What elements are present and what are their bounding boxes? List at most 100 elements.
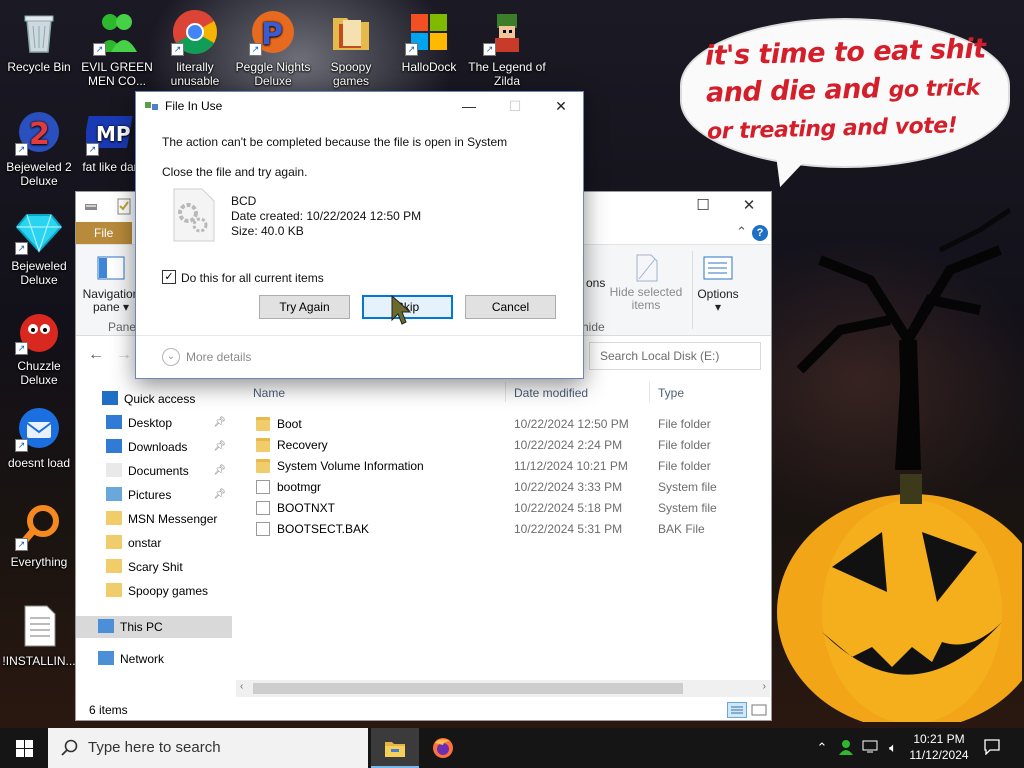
nav-item-network[interactable]: Network xyxy=(76,648,232,670)
navigation-pane-icon xyxy=(97,256,125,280)
nav-item-onstar[interactable]: onstar xyxy=(76,532,232,554)
desktop-icon-bejeweled-2[interactable]: 2 ↗ Bejeweled 2 Deluxe xyxy=(0,108,78,188)
desktop-icon-hallodock[interactable]: ↗ HalloDock xyxy=(390,8,468,74)
forward-arrow-icon[interactable]: → xyxy=(116,346,132,364)
file-type: File folder xyxy=(658,438,711,452)
tray-network-icon[interactable] xyxy=(860,728,882,768)
this-pc-icon xyxy=(98,619,114,633)
clock-time: 10:21 PM xyxy=(913,732,965,746)
nav-item-scary-shit[interactable]: Scary Shit xyxy=(76,556,232,578)
file-name: Boot xyxy=(277,417,302,431)
options-button[interactable]: Options ▾ xyxy=(692,255,744,314)
hide-selected-items-button[interactable]: Hide selected items xyxy=(608,253,684,312)
taskbar-firefox[interactable] xyxy=(419,728,467,768)
column-header-name[interactable]: Name xyxy=(253,386,285,400)
dialog-close-button[interactable]: ✕ xyxy=(538,92,584,120)
scrollbar-thumb[interactable] xyxy=(253,683,683,694)
file-date: 10/22/2024 12:50 PM xyxy=(514,417,629,431)
nav-item-msn-messenger[interactable]: MSN Messenger xyxy=(76,508,232,530)
file-row[interactable]: System Volume Information 11/12/2024 10:2… xyxy=(252,456,757,477)
file-row[interactable]: Recovery 10/22/2024 2:24 PM File folder xyxy=(252,435,757,456)
horizontal-scrollbar[interactable]: ‹ › xyxy=(236,680,770,697)
desktop-icon-bejeweled[interactable]: ↗ Bejeweled Deluxe xyxy=(0,207,78,287)
file-in-use-dialog: File In Use — ☐ ✕ The action can't be co… xyxy=(135,91,584,379)
column-divider xyxy=(649,382,650,402)
firefox-icon xyxy=(433,738,453,758)
desktop-icon-everything[interactable]: ↗ Everything xyxy=(0,503,78,569)
large-icons-view-icon[interactable] xyxy=(750,702,768,718)
dialog-maximize-button: ☐ xyxy=(508,98,522,114)
desktop-icon-recycle-bin[interactable]: Recycle Bin xyxy=(0,8,78,74)
help-icon[interactable]: ? xyxy=(752,225,768,241)
desktop-icon-legend-of-zilda[interactable]: ↗ The Legend of Zilda xyxy=(468,8,546,88)
file-list: ⌃ Name Date modified Type Boot10/22/2024… xyxy=(244,368,764,676)
nav-item-desktop[interactable]: Desktop 📌︎ xyxy=(76,412,232,434)
file-name: BOOTNXT xyxy=(277,501,336,515)
nav-item-this-pc[interactable]: This PC xyxy=(76,616,232,638)
search-input[interactable]: Search Local Disk (E:) xyxy=(589,342,761,370)
taskbar-file-explorer[interactable] xyxy=(371,728,419,768)
mouse-cursor-icon xyxy=(391,294,412,325)
options-dropdown-icon: ▾ xyxy=(714,300,722,314)
dialog-minimize-button[interactable]: — xyxy=(446,92,492,120)
icon-label: Peggle Nights Deluxe xyxy=(235,60,311,88)
desktop-icon-chrome[interactable]: ↗ literally unusable xyxy=(156,8,234,88)
start-button[interactable] xyxy=(0,728,48,768)
desktop-icon-peggle[interactable]: P ↗ Peggle Nights Deluxe xyxy=(234,8,312,88)
close-button[interactable]: ✕ xyxy=(726,192,772,222)
apply-to-all-checkbox[interactable]: ✓ xyxy=(162,270,176,284)
properties-icon[interactable] xyxy=(116,198,132,216)
desktop-icon-evil-green-men[interactable]: ↗ EVIL GREEN MEN CO... xyxy=(78,8,156,88)
file-name: bootmgr xyxy=(277,480,322,494)
scroll-left-icon[interactable]: ‹ xyxy=(240,681,243,692)
scroll-right-icon[interactable]: › xyxy=(763,681,766,692)
file-date-created: Date created: 10/22/2024 12:50 PM xyxy=(231,209,422,223)
pin-icon: 📌︎ xyxy=(213,441,226,452)
taskbar-search-input[interactable]: Type here to search xyxy=(48,728,368,768)
tray-overflow-chevron-icon[interactable]: ⌃ xyxy=(812,728,832,768)
column-header-type[interactable]: Type xyxy=(658,386,684,400)
column-header-date[interactable]: Date modified xyxy=(514,386,588,400)
ribbon-collapse-chevron-icon[interactable]: ⌃ xyxy=(736,224,747,240)
more-details-link[interactable]: More details xyxy=(186,350,251,364)
desktop-icon-thunderbird[interactable]: ↗ doesnt load xyxy=(0,404,78,470)
file-row[interactable]: BOOTNXT 10/22/2024 5:18 PM System file xyxy=(252,498,757,519)
folder-icon xyxy=(256,417,270,431)
nav-item-spoopy-games[interactable]: Spoopy games xyxy=(76,580,232,602)
nav-item-label: Quick access xyxy=(124,392,196,406)
maximize-button[interactable]: ☐ xyxy=(680,192,726,222)
nav-item-quick-access[interactable]: Quick access xyxy=(76,388,232,410)
file-row[interactable]: BOOTSECT.BAK 10/22/2024 5:31 PM BAK File xyxy=(252,519,757,540)
try-again-button[interactable]: Try Again xyxy=(259,295,350,319)
nav-item-label: Spoopy games xyxy=(128,584,209,598)
desktop-icon-spoopy-games[interactable]: Spoopy games xyxy=(312,8,390,88)
tray-green-men-icon[interactable] xyxy=(836,728,856,768)
tray-volume-icon[interactable]: 🔈︎ xyxy=(883,728,903,768)
notification-center-icon[interactable] xyxy=(978,728,1006,768)
nav-item-documents[interactable]: Documents 📌︎ xyxy=(76,460,232,482)
status-bar: 6 items xyxy=(76,698,771,722)
file-date: 10/22/2024 2:24 PM xyxy=(514,438,623,452)
taskbar-clock[interactable]: 10:21 PM 11/12/2024 xyxy=(906,731,972,763)
cancel-button[interactable]: Cancel xyxy=(465,295,556,319)
tab-file[interactable]: File xyxy=(76,222,132,244)
navigation-pane-button[interactable]: Navigation pane ▾ xyxy=(82,255,140,314)
file-row[interactable]: bootmgr 10/22/2024 3:33 PM System file xyxy=(252,477,757,498)
file-size: Size: 40.0 KB xyxy=(231,224,304,238)
back-arrow-icon[interactable]: ← xyxy=(88,346,104,364)
folder-icon xyxy=(106,559,122,573)
icon-label: EVIL GREEN MEN CO... xyxy=(81,60,153,88)
desktop-icon-installing-txt[interactable]: !INSTALLIN... xyxy=(0,602,78,668)
nav-item-pictures[interactable]: Pictures 📌︎ xyxy=(76,484,232,506)
hide-selected-items-icon xyxy=(636,254,658,282)
expand-chevron-icon[interactable]: ⌄ xyxy=(162,348,180,366)
desktop-icon-chuzzle[interactable]: ↗ Chuzzle Deluxe xyxy=(0,307,78,387)
icon-label: literally unusable xyxy=(170,60,220,88)
details-view-icon[interactable] xyxy=(727,702,747,718)
file-row[interactable]: Boot 10/22/2024 12:50 PM File folder xyxy=(252,414,757,435)
hide-selected-label-2: items xyxy=(631,298,661,312)
desktop-icon-fat-like-dar[interactable]: MP ↗ fat like dar xyxy=(78,108,142,174)
apply-to-all-label[interactable]: Do this for all current items xyxy=(181,271,324,285)
nav-item-downloads[interactable]: Downloads 📌︎ xyxy=(76,436,232,458)
nav-item-label: onstar xyxy=(128,536,162,550)
